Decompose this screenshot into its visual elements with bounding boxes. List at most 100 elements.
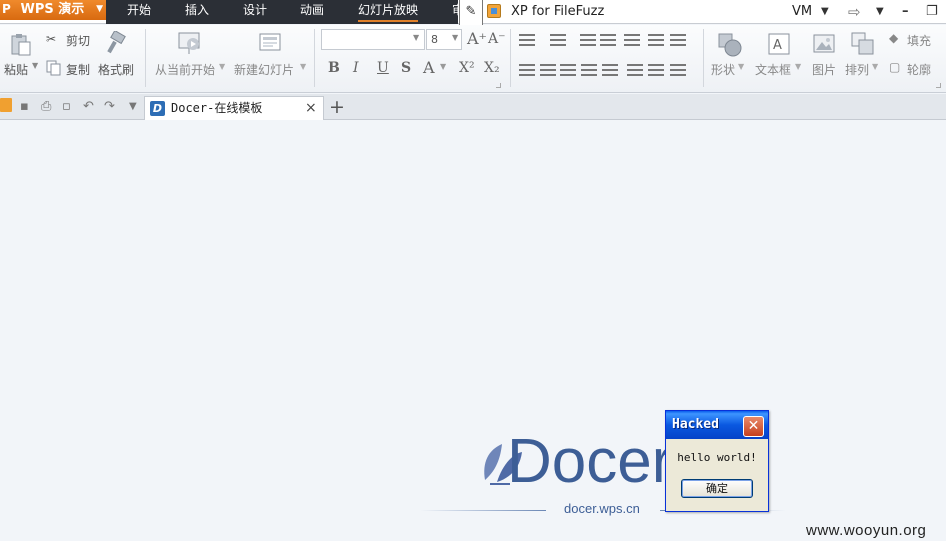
- underline-button[interactable]: U: [377, 60, 389, 76]
- paste-label[interactable]: 粘贴: [4, 61, 28, 78]
- chevron-down-icon[interactable]: ▼: [219, 62, 225, 71]
- chevron-down-icon[interactable]: ▼: [821, 0, 829, 24]
- shadow-button[interactable]: S: [401, 60, 411, 76]
- outline-label[interactable]: 轮廓: [907, 61, 931, 78]
- app-menu-button[interactable]: P WPS 演示 ▼: [0, 0, 106, 20]
- justify-icon[interactable]: [581, 64, 597, 76]
- textbox-label[interactable]: 文本框: [755, 61, 791, 78]
- close-icon[interactable]: ×: [305, 97, 317, 119]
- print-preview-icon[interactable]: ▫: [62, 99, 71, 114]
- outline-icon[interactable]: ▢: [889, 60, 900, 74]
- font-name-field[interactable]: [321, 29, 425, 50]
- customize-toolbar-icon[interactable]: ▼: [129, 101, 137, 112]
- cut-icon[interactable]: ✂: [46, 32, 56, 46]
- spacing-options-icon[interactable]: [670, 64, 686, 76]
- tab-docer-templates[interactable]: D Docer-在线模板 ×: [144, 96, 324, 120]
- align-text-icon[interactable]: [670, 34, 686, 46]
- distribute-icon[interactable]: [602, 64, 618, 76]
- chevron-down-icon[interactable]: ▼: [440, 62, 446, 71]
- font-dialog-launcher-icon[interactable]: [496, 83, 501, 88]
- line-spacing-icon[interactable]: [627, 64, 643, 76]
- app-window-icon: [487, 4, 501, 18]
- ok-button[interactable]: 确定: [681, 479, 753, 498]
- picture-icon[interactable]: [812, 32, 836, 56]
- chevron-down-icon[interactable]: ▼: [876, 0, 884, 24]
- fill-label[interactable]: 填充: [907, 32, 931, 49]
- text-direction-icon[interactable]: [624, 34, 640, 46]
- docer-icon: D: [150, 101, 165, 116]
- italic-button[interactable]: I: [353, 60, 359, 76]
- chevron-down-icon: ▼: [96, 4, 103, 14]
- textbox-icon[interactable]: A: [767, 32, 791, 56]
- tab-slideshow[interactable]: 幻灯片放映: [358, 0, 419, 22]
- picture-label[interactable]: 图片: [812, 61, 836, 78]
- chevron-down-icon[interactable]: ▼: [738, 62, 744, 71]
- tab-review[interactable]: 审: [452, 0, 458, 22]
- bullets-icon[interactable]: [519, 34, 535, 46]
- tab-home[interactable]: 开始: [127, 0, 151, 22]
- arrange-label[interactable]: 排列: [845, 61, 869, 78]
- divider: [145, 29, 146, 87]
- format-painter-label[interactable]: 格式刷: [98, 61, 134, 78]
- align-left-icon[interactable]: [519, 64, 535, 76]
- dialog-body: hello world! 确定: [666, 439, 768, 511]
- new-tab-button[interactable]: +: [329, 95, 345, 119]
- chevron-down-icon[interactable]: ▼: [300, 62, 306, 71]
- docer-url-link[interactable]: docer.wps.cn: [564, 501, 640, 516]
- window-title: XP for FileFuzz: [511, 4, 605, 19]
- copy-icon[interactable]: [46, 60, 62, 76]
- increase-indent-icon[interactable]: [600, 34, 616, 46]
- numbering-icon[interactable]: [550, 34, 566, 46]
- chevron-down-icon[interactable]: ▼: [32, 61, 38, 70]
- tab-animation[interactable]: 动画: [300, 0, 324, 22]
- paragraph-spacing-icon[interactable]: [648, 64, 664, 76]
- minimize-button[interactable]: –: [902, 0, 909, 24]
- new-slide-label[interactable]: 新建幻灯片: [234, 61, 294, 78]
- new-slide-icon[interactable]: [257, 31, 283, 57]
- forward-arrow-icon[interactable]: ⇨: [848, 0, 861, 24]
- drawing-dialog-launcher-icon[interactable]: [936, 83, 941, 88]
- shape-label[interactable]: 形状: [711, 61, 735, 78]
- chevron-down-icon[interactable]: ▼: [413, 33, 419, 42]
- dialog-title-bar[interactable]: Hacked ✕: [666, 411, 768, 439]
- font-color-button[interactable]: A: [423, 58, 435, 77]
- columns-icon[interactable]: [648, 34, 664, 46]
- tab-insert[interactable]: 插入: [185, 0, 209, 22]
- subscript-button[interactable]: X₂: [484, 60, 500, 76]
- restore-button[interactable]: ❐: [926, 0, 938, 24]
- arrange-icon[interactable]: [850, 31, 876, 57]
- chevron-down-icon[interactable]: ▼: [872, 62, 878, 71]
- superscript-button[interactable]: X²: [459, 60, 475, 76]
- watermark-text: www.wooyun.org: [806, 522, 927, 539]
- copy-label[interactable]: 复制: [66, 61, 90, 78]
- title-bar: P WPS 演示 ▼ 开始 插入 设计 动画 幻灯片放映 审 ✎ XP for …: [0, 0, 946, 26]
- decrease-indent-icon[interactable]: [580, 34, 596, 46]
- play-from-current-icon[interactable]: [177, 31, 203, 57]
- align-center-icon[interactable]: [540, 64, 556, 76]
- cut-label[interactable]: 剪切: [66, 32, 90, 49]
- bold-button[interactable]: B: [328, 60, 340, 76]
- align-right-icon[interactable]: [560, 64, 576, 76]
- print-icon[interactable]: ⎙: [41, 99, 51, 114]
- grow-font-button[interactable]: A⁺: [467, 29, 487, 48]
- format-painter-icon[interactable]: [106, 31, 128, 55]
- tab-design[interactable]: 设计: [243, 0, 267, 22]
- paste-icon[interactable]: [10, 33, 32, 57]
- docer-logo-text: Docer: [507, 427, 670, 490]
- vm-menu[interactable]: VM: [792, 0, 812, 24]
- fill-bucket-icon[interactable]: ◆: [889, 31, 898, 45]
- docer-logo: Docer: [484, 427, 670, 490]
- divider: [314, 29, 315, 87]
- chevron-down-icon[interactable]: ▼: [795, 62, 801, 71]
- close-icon[interactable]: ✕: [743, 416, 764, 437]
- chevron-down-icon[interactable]: ▼: [452, 33, 458, 42]
- shrink-font-button[interactable]: A⁻: [488, 31, 506, 47]
- from-current-label[interactable]: 从当前开始: [155, 61, 215, 78]
- shape-icon[interactable]: [717, 32, 743, 58]
- redo-icon[interactable]: ↷: [104, 99, 115, 114]
- undo-icon[interactable]: ↶: [83, 99, 94, 114]
- open-folder-icon[interactable]: [0, 98, 12, 112]
- content-area: [0, 121, 946, 541]
- save-icon[interactable]: ▪: [20, 99, 29, 114]
- pin-icon[interactable]: ✎: [459, 0, 483, 26]
